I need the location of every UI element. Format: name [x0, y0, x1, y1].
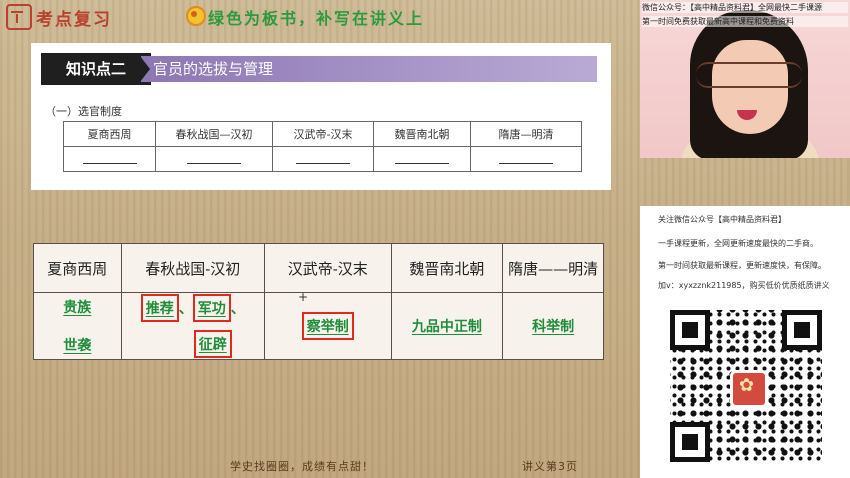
board-cell-hanwudi: 察举制	[263, 292, 392, 360]
blank-cell	[272, 146, 374, 172]
board-entry: 科举制	[532, 319, 575, 335]
brand-title: 考点复习	[36, 10, 112, 30]
board-cell-suitang: 科举制	[502, 292, 604, 360]
bottom-bar: 学史找圈圈，成绩有点甜！ 讲义第3页	[0, 450, 640, 478]
qr-text-line: 关注微信公众号【高中精品资料君】	[658, 215, 786, 224]
highlighted-entry: 察举制	[301, 312, 354, 340]
board-cell-chunqiu-hanchu: 推荐、军功、 征辟	[120, 292, 265, 360]
board-entry: 世袭	[63, 338, 92, 354]
separator: 、	[230, 301, 245, 317]
qr-code[interactable]	[670, 310, 822, 462]
handout-header: 夏商西周	[63, 121, 156, 147]
watermark-line: 微信公众号：【高中精品资料君】全网最快二手课源	[642, 2, 848, 13]
handout-header: 汉武帝-汉末	[272, 121, 374, 147]
board-header: 春秋战国-汉初	[120, 243, 265, 293]
qr-panel: 关注微信公众号【高中精品资料君】 一手课程更新，全网更新速度最快的二手商。 第一…	[640, 206, 850, 478]
board-cell-xia-shang-zhou: 贵族 世袭	[33, 292, 122, 360]
qr-finder	[782, 310, 822, 350]
handout-blank-row	[63, 146, 582, 172]
board-entry: 九品中正制	[411, 319, 482, 335]
board-header: 隋唐——明清	[502, 243, 604, 293]
board-entry-line: 推荐、军功、	[123, 294, 263, 322]
blank-line	[395, 151, 449, 164]
board-entry-line: 征辟	[123, 330, 263, 358]
blank-line	[296, 151, 350, 164]
handout-header: 春秋战国—汉初	[155, 121, 273, 147]
handout-header-row: 夏商西周 春秋战国—汉初 汉武帝-汉末 魏晋南北朝 隋唐—明清	[63, 121, 582, 147]
board-header: 魏晋南北朝	[390, 243, 504, 293]
handout-header: 隋唐—明清	[470, 121, 582, 147]
blank-line	[187, 151, 241, 164]
qr-finder	[670, 310, 710, 350]
blank-line	[499, 151, 553, 164]
cursor-icon: +	[298, 290, 309, 304]
board-header-row: 夏商西周 春秋战国-汉初 汉武帝-汉末 魏晋南北朝 隋唐——明清	[33, 243, 604, 293]
board-content-row: 贵族 世袭 推荐、军功、 征辟 察举制 九品中正制 科举制	[33, 292, 604, 360]
blank-cell	[63, 146, 156, 172]
qr-text-line: 加v：xyxzznk211985，购买低价优质纸质讲义	[658, 281, 830, 290]
board-header: 汉武帝-汉末	[263, 243, 392, 293]
handout-card: 知识点二 官员的选拔与管理 （一）选官制度 夏商西周 春秋战国—汉初 汉武帝-汉…	[31, 43, 611, 190]
qr-finder	[670, 422, 710, 462]
qr-text-line: 第一时间获取最新课程，更新速度快，有保障。	[658, 261, 826, 270]
teacher-camera: 微信公众号：【高中精品资料君】全网最快二手课源 第一时间免费获取最新高中课程和免…	[640, 0, 850, 158]
qr-logo-icon	[730, 370, 768, 408]
knowledge-point-tag: 知识点二	[41, 53, 151, 85]
logo-icon	[6, 4, 32, 30]
blank-cell	[470, 146, 582, 172]
flower-center-icon	[191, 11, 197, 17]
handout-header: 魏晋南北朝	[373, 121, 471, 147]
knowledge-point-title: 官员的选拔与管理	[140, 56, 597, 82]
handout-table: 夏商西周 春秋战国—汉初 汉武帝-汉末 魏晋南北朝 隋唐—明清	[63, 121, 582, 172]
page-indicator: 讲义第3页	[522, 460, 578, 473]
top-bar: 考点复习 绿色为板书，补写在讲义上	[0, 0, 640, 34]
glasses-icon	[696, 62, 802, 88]
board-header: 夏商西周	[33, 243, 122, 293]
blank-cell	[155, 146, 273, 172]
separator: 、	[178, 301, 193, 317]
highlighted-entry: 军功	[192, 294, 231, 322]
blank-cell	[373, 146, 471, 172]
blank-line	[82, 151, 137, 164]
board-table: 夏商西周 春秋战国-汉初 汉武帝-汉末 魏晋南北朝 隋唐——明清 贵族 世袭 推…	[33, 243, 604, 360]
headline: 绿色为板书，补写在讲义上	[208, 9, 425, 28]
section-subtitle: （一）选官制度	[45, 105, 122, 118]
slogan: 学史找圈圈，成绩有点甜！	[230, 460, 374, 473]
watermark-line: 第一时间免费获取最新高中课程和免费资料	[642, 16, 848, 27]
board-entry: 贵族	[63, 300, 92, 316]
highlighted-entry: 推荐	[140, 294, 179, 322]
qr-text-line: 一手课程更新，全网更新速度最快的二手商。	[658, 239, 818, 248]
highlighted-entry: 征辟	[193, 330, 232, 358]
board-cell-weijin: 九品中正制	[390, 292, 504, 360]
